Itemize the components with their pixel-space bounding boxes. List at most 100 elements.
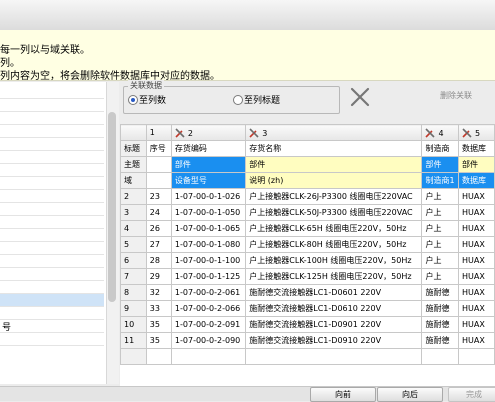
table-cell[interactable]: 户上 bbox=[421, 236, 460, 253]
table-cell[interactable]: 存货编码 bbox=[170, 140, 247, 157]
mapping-grid[interactable]: 1 2 3 4 5 标题 序号 存货编码 存货名称 制造商 数据库 主题 部件 部件 部件 部件域设备型号 说明… bbox=[120, 124, 495, 386]
row-header-cell[interactable]: 标题 bbox=[120, 140, 147, 157]
table-cell[interactable]: HUAX bbox=[458, 188, 495, 205]
row-header-cell[interactable]: 3 bbox=[120, 204, 147, 221]
row-header-cell[interactable]: 10 bbox=[120, 316, 147, 333]
table-cell[interactable]: 施耐德 bbox=[421, 300, 460, 317]
table-cell[interactable]: 27 bbox=[145, 236, 172, 253]
field-list[interactable]: 号 bbox=[0, 82, 107, 384]
table-cell[interactable]: 施耐德交流接触器LC1-D0610 220V bbox=[245, 300, 423, 317]
field-list-item[interactable] bbox=[0, 307, 104, 320]
field-list-item[interactable] bbox=[0, 242, 104, 255]
table-cell[interactable]: 户上 bbox=[421, 252, 460, 269]
table-cell[interactable]: 33 bbox=[145, 300, 172, 317]
table-cell[interactable] bbox=[145, 172, 172, 189]
table-row[interactable]: 2 23 1-07-00-0-1-026 户上接触器CLK-26J-P3300 线圈电… bbox=[120, 188, 495, 205]
delete-link-button[interactable]: 删除关联 bbox=[440, 90, 495, 104]
table-row[interactable]: 标题 序号 存货编码 存货名称 制造商 数据库 bbox=[120, 140, 495, 157]
table-cell[interactable]: 1-07-00-0-1-050 bbox=[170, 204, 247, 221]
table-cell[interactable]: 施耐德 bbox=[421, 316, 460, 333]
table-cell[interactable]: 序号 bbox=[145, 140, 172, 157]
table-cell[interactable]: 户上接触器CLK-50J-P3300 线圈电压220VAC bbox=[245, 204, 423, 221]
table-row[interactable]: 域 设备型号 说明 (zh) 制造商1 数据库 bbox=[120, 172, 495, 189]
table-cell[interactable]: 32 bbox=[145, 284, 172, 301]
table-cell[interactable]: 存货名称 bbox=[245, 140, 423, 157]
table-cell[interactable]: 设备型号 bbox=[170, 172, 247, 189]
table-cell[interactable] bbox=[145, 156, 172, 173]
table-cell[interactable]: 部件 bbox=[458, 156, 495, 173]
table-cell[interactable]: 数据库 bbox=[458, 172, 495, 189]
field-list-item[interactable] bbox=[0, 255, 104, 268]
table-cell[interactable]: 户上接触器CLK-65H 线圈电压220V，50Hz bbox=[245, 220, 423, 237]
row-header-cell[interactable]: 8 bbox=[120, 284, 147, 301]
column-number-cell[interactable]: 3 bbox=[245, 124, 423, 141]
table-cell[interactable] bbox=[421, 348, 460, 365]
table-row[interactable]: 5 27 1-07-00-0-1-080 户上接触器CLK-80H 线圈电压220V，… bbox=[120, 236, 495, 253]
table-cell[interactable]: HUAX bbox=[458, 300, 495, 317]
table-cell[interactable]: 说明 (zh) bbox=[245, 172, 423, 189]
table-cell[interactable]: HUAX bbox=[458, 220, 495, 237]
field-list-item[interactable] bbox=[0, 268, 104, 281]
column-number-cell[interactable]: 2 bbox=[170, 124, 247, 141]
scrollbar-thumb[interactable] bbox=[108, 112, 116, 302]
table-cell[interactable]: 户上接触器CLK-80H 线圈电压220V，50Hz bbox=[245, 236, 423, 253]
table-cell[interactable]: 部件 bbox=[421, 156, 460, 173]
table-cell[interactable]: 35 bbox=[145, 316, 172, 333]
table-cell[interactable]: 户上接触器CLK-100H 线圈电压220V，50Hz bbox=[245, 252, 423, 269]
table-row[interactable]: 8 32 1-07-00-0-2-061 施耐德交流接触器LC1-D0601 220V… bbox=[120, 284, 495, 301]
table-cell[interactable]: 施耐德 bbox=[421, 284, 460, 301]
table-cell[interactable]: HUAX bbox=[458, 316, 495, 333]
table-cell[interactable]: 1-07-00-0-1-100 bbox=[170, 252, 247, 269]
row-header-cell[interactable]: 9 bbox=[120, 300, 147, 317]
column-number-cell[interactable]: 5 bbox=[458, 124, 495, 141]
field-list-item[interactable] bbox=[0, 99, 104, 112]
table-cell[interactable] bbox=[458, 348, 495, 365]
table-cell[interactable]: 户上 bbox=[421, 204, 460, 221]
field-list-item[interactable]: 号 bbox=[0, 320, 104, 333]
table-cell[interactable]: 1-07-00-0-1-125 bbox=[170, 268, 247, 285]
table-cell[interactable]: 23 bbox=[145, 188, 172, 205]
table-cell[interactable]: HUAX bbox=[458, 284, 495, 301]
table-cell[interactable]: 29 bbox=[145, 268, 172, 285]
field-list-item[interactable] bbox=[0, 138, 104, 151]
table-cell[interactable]: 35 bbox=[145, 332, 172, 349]
table-row[interactable]: 4 26 1-07-00-0-1-065 户上接触器CLK-65H 线圈电压220V，… bbox=[120, 220, 495, 237]
table-row[interactable]: 主题 部件 部件 部件 部件 bbox=[120, 156, 495, 173]
table-row[interactable]: 3 24 1-07-00-0-1-050 户上接触器CLK-50J-P3300 线圈电… bbox=[120, 204, 495, 221]
table-cell[interactable]: HUAX bbox=[458, 268, 495, 285]
table-row[interactable]: 11 35 1-07-00-0-2-090 施耐德交流接触器LC1-D0910 220… bbox=[120, 332, 495, 349]
row-header-cell[interactable]: 域 bbox=[120, 172, 147, 189]
table-cell[interactable]: 1-07-00-0-2-061 bbox=[170, 284, 247, 301]
table-cell[interactable]: HUAX bbox=[458, 252, 495, 269]
table-cell[interactable]: 24 bbox=[145, 204, 172, 221]
field-list-item[interactable] bbox=[0, 203, 104, 216]
field-list-item[interactable] bbox=[0, 281, 104, 294]
table-cell[interactable]: 户上 bbox=[421, 220, 460, 237]
row-header-cell[interactable] bbox=[120, 348, 147, 365]
field-list-item[interactable] bbox=[0, 151, 104, 164]
row-header-cell[interactable]: 7 bbox=[120, 268, 147, 285]
table-cell[interactable]: 户上接触器CLK-26J-P3300 线圈电压220VAC bbox=[245, 188, 423, 205]
field-list-item[interactable] bbox=[0, 164, 104, 177]
row-header-cell[interactable]: 5 bbox=[120, 236, 147, 253]
table-cell[interactable] bbox=[245, 348, 423, 365]
row-header-cell[interactable]: 11 bbox=[120, 332, 147, 349]
table-cell[interactable]: 施耐德交流接触器LC1-D0910 220V bbox=[245, 332, 423, 349]
table-cell[interactable]: 施耐德交流接触器LC1-D0901 220V bbox=[245, 316, 423, 333]
table-cell[interactable]: HUAX bbox=[458, 332, 495, 349]
table-cell[interactable]: 1-07-00-0-1-080 bbox=[170, 236, 247, 253]
field-list-item[interactable] bbox=[0, 294, 104, 307]
table-cell[interactable]: 1-07-00-0-1-026 bbox=[170, 188, 247, 205]
table-cell[interactable]: 部件 bbox=[170, 156, 247, 173]
table-row[interactable]: 9 33 1-07-00-0-2-066 施耐德交流接触器LC1-D0610 220V… bbox=[120, 300, 495, 317]
field-list-item[interactable] bbox=[0, 190, 104, 203]
row-header-cell[interactable]: 4 bbox=[120, 220, 147, 237]
table-cell[interactable]: 制造商1 bbox=[421, 172, 460, 189]
table-cell[interactable]: 26 bbox=[145, 220, 172, 237]
table-cell[interactable]: 户上接触器CLK-125H 线圈电压220V，50Hz bbox=[245, 268, 423, 285]
table-cell[interactable]: 1-07-00-0-2-090 bbox=[170, 332, 247, 349]
table-cell[interactable]: 28 bbox=[145, 252, 172, 269]
field-list-item[interactable] bbox=[0, 216, 104, 229]
to-column-number-radio[interactable] bbox=[128, 95, 138, 105]
column-number-cell[interactable]: 4 bbox=[421, 124, 460, 141]
